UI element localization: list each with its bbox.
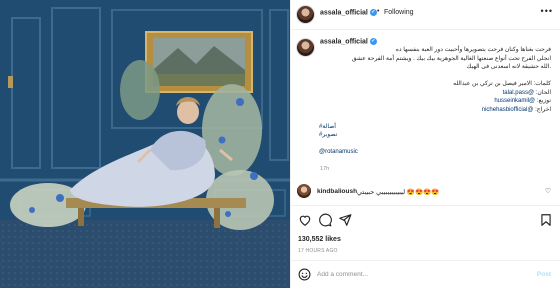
comment-row: kindbalioush ليبيبيبيببيبي حبيبتي 😍😍😍😍 ♡ xyxy=(291,181,560,201)
verified-icon: ✓ xyxy=(369,9,377,16)
emoji-icon[interactable] xyxy=(298,268,311,281)
post-image xyxy=(0,0,290,288)
separator-dot: • xyxy=(377,8,380,15)
commenter-avatar[interactable] xyxy=(297,184,311,198)
post-header: assala_official ✓ • Following ••• xyxy=(291,0,560,30)
post-button[interactable]: Post xyxy=(537,271,551,278)
mention-link[interactable]: @rotanamusic xyxy=(319,148,551,157)
post-side-panel: assala_official ✓ • Following ••• assala_… xyxy=(290,0,560,288)
credit-handle-link[interactable]: @nichehasbiofficial xyxy=(482,107,534,113)
save-icon[interactable] xyxy=(539,213,553,227)
likes-count[interactable]: 130,552 likes xyxy=(298,236,341,243)
credit-handle-link[interactable]: @talal.pass xyxy=(503,90,534,96)
following-button[interactable]: Following xyxy=(384,9,414,16)
avatar[interactable] xyxy=(297,6,314,23)
more-icon[interactable]: ••• xyxy=(541,6,553,16)
caption-credits-title: كلمات: الامير فيصل بن تركي بن عبدالله xyxy=(453,81,551,87)
likes-number[interactable]: 130,552 xyxy=(298,236,323,243)
caption-avatar[interactable] xyxy=(297,39,314,56)
credit-line: توزيع: @husseinkamil xyxy=(319,97,551,106)
commenter-username[interactable]: kindbalioush xyxy=(317,188,357,195)
header-username-link[interactable]: assala_official ✓ xyxy=(320,9,377,16)
comment-input[interactable] xyxy=(317,267,517,282)
caption-time: 17h xyxy=(320,166,330,172)
caption-block: assala_official ✓ فرحت بغناها وكنان فرحت … xyxy=(291,30,560,180)
likes-word[interactable]: likes xyxy=(325,236,341,243)
hashtag-link[interactable]: #تصوير xyxy=(319,131,551,140)
add-comment-bar: Post xyxy=(291,260,560,288)
caption-line: .الله حشيقة لانه اسعدنى فى الهيك xyxy=(466,64,551,70)
comment-like-icon[interactable]: ♡ xyxy=(545,187,551,195)
header-username[interactable]: assala_official xyxy=(320,9,368,16)
caption-username[interactable]: assala_official xyxy=(320,38,368,45)
credit-handle-link[interactable]: @husseinkamil xyxy=(494,98,535,104)
verified-icon: ✓ xyxy=(369,38,377,45)
caption-line: فرحت بغناها وكنان فرحت بتصويرها وأحبيت د… xyxy=(395,47,551,53)
action-bar xyxy=(291,205,560,233)
comment-text: ليبيبيبيببيبي حبيبتي 😍😍😍😍 xyxy=(357,189,440,196)
credit-line: اخراج: @nichehasbiofficial xyxy=(319,106,551,115)
hashtag-link[interactable]: #أصالة xyxy=(319,123,551,132)
share-icon[interactable] xyxy=(338,213,352,227)
caption-text: فرحت بغناها وكنان فرحت بتصويرها وأحبيت د… xyxy=(319,46,551,157)
credit-label: الحان: xyxy=(535,89,551,96)
credit-label: توزيع: xyxy=(536,98,551,104)
caption-line: انجلي الفرح تحت أنواع صنعتها الغالية الج… xyxy=(351,55,551,62)
credit-label: اخراج: xyxy=(535,106,551,113)
heart-icon[interactable] xyxy=(298,213,312,227)
post-media[interactable] xyxy=(0,0,290,288)
credit-line: الحان: @talal.pass xyxy=(319,89,551,98)
caption-username-link[interactable]: assala_official ✓ xyxy=(320,38,377,45)
comment-icon[interactable] xyxy=(318,213,332,227)
post-date: 17 HOURS AGO xyxy=(298,248,338,254)
